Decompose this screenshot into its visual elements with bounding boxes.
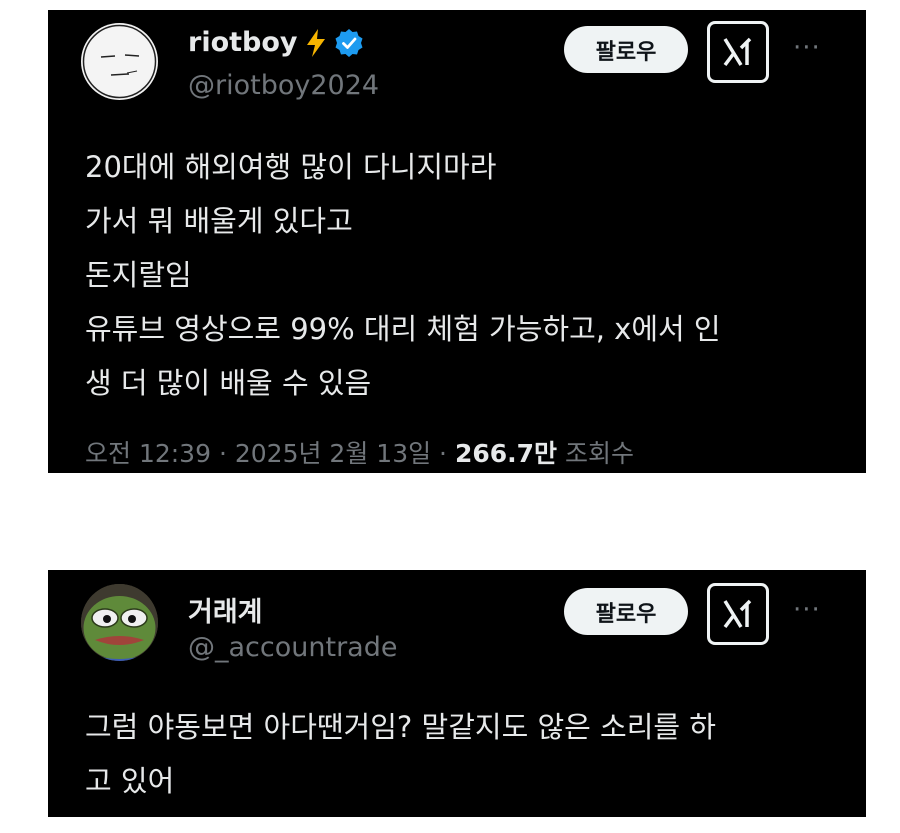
display-name-text: 거래계 xyxy=(188,597,263,628)
tweet-text-line: 가서 뭐 배울게 있다고 xyxy=(85,204,353,238)
tweet-date[interactable]: 2025년 2월 13일 xyxy=(235,439,431,468)
more-icon[interactable]: ··· xyxy=(793,35,833,61)
tweet-meta: 오전 12:39 · 2025년 2월 13일 · 266.7만 조회수 xyxy=(85,434,634,470)
tweet-text-line: 그럼 야동보면 아다땐거임? 말같지도 않은 소리를 하 xyxy=(85,710,716,744)
tweet-text: 20대에 해외여행 많이 다니지마라 가서 뭐 배울게 있다고 돈지랄임 유튜브… xyxy=(85,140,836,410)
lightning-emoji xyxy=(304,28,328,58)
tweet-text-line: 유튜브 영상으로 99% 대리 체험 가능하고, x에서 인 xyxy=(85,312,721,346)
avatar[interactable] xyxy=(81,23,158,100)
tweet-text-line: 고 있어 xyxy=(85,764,175,798)
follow-button[interactable]: 팔로우 xyxy=(564,588,688,635)
verified-badge-icon xyxy=(334,28,364,58)
grok-icon[interactable] xyxy=(707,583,769,645)
tweet-time[interactable]: 오전 12:39 xyxy=(85,439,211,468)
more-icon[interactable]: ··· xyxy=(793,597,833,623)
tweet-text: 그럼 야동보면 아다땐거임? 말같지도 않은 소리를 하 고 있어 xyxy=(85,700,836,808)
avatar[interactable] xyxy=(81,584,158,661)
tweet-text-line: 생 더 많이 배울 수 있음 xyxy=(85,366,372,400)
follow-button[interactable]: 팔로우 xyxy=(564,26,688,73)
meta-separator: · xyxy=(218,439,227,468)
tweet-card: riotboy @riotboy2024 팔로우 ··· 20대에 해외여행 많… xyxy=(48,10,866,473)
tweet-text-line: 20대에 해외여행 많이 다니지마라 xyxy=(85,150,497,184)
meta-separator: · xyxy=(439,439,447,468)
display-name-text: riotboy xyxy=(188,27,298,58)
handle[interactable]: @riotboy2024 xyxy=(188,70,379,101)
grok-icon[interactable] xyxy=(707,21,769,83)
views-label: 조회수 xyxy=(564,439,634,468)
display-name[interactable]: riotboy xyxy=(188,27,364,58)
views-count: 266.7만 xyxy=(454,439,558,468)
handle[interactable]: @_accountrade xyxy=(188,632,397,663)
display-name[interactable]: 거래계 xyxy=(188,590,263,629)
tweet-text-line: 돈지랄임 xyxy=(85,258,192,292)
tweet-card: 거래계 @_accountrade 팔로우 ··· 그럼 야동보면 아다땐거임?… xyxy=(48,570,866,817)
